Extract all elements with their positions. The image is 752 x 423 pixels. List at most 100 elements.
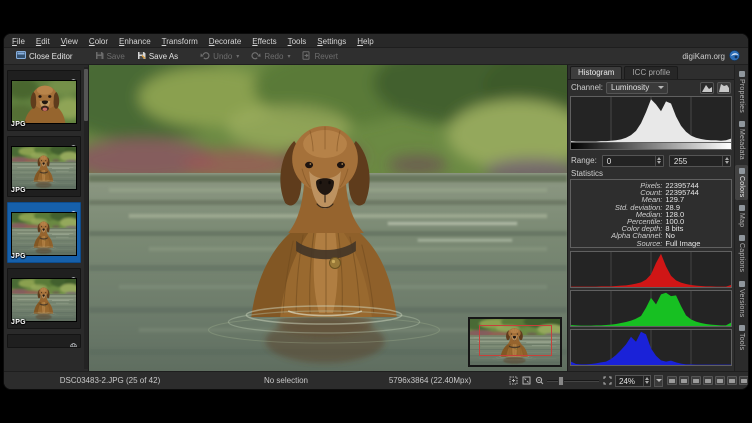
tab-properties[interactable]: Properties [735, 68, 748, 116]
range-row: Range: 0 255 [571, 154, 731, 167]
thumbbar-toggle-button-6[interactable] [727, 376, 737, 385]
geolocation-icon [70, 73, 77, 80]
filmstrip-scrollbar[interactable] [84, 67, 88, 369]
fit-window-button[interactable] [521, 376, 531, 386]
tab-tools[interactable]: Tools [735, 322, 748, 353]
statusbar-dimensions: 5796x3864 (22.40Mpx) [356, 376, 504, 385]
zoom-controls: 24% [504, 375, 667, 387]
thumbnail-photo [11, 212, 77, 256]
tab-icc-profile[interactable]: ICC profile [624, 66, 678, 79]
tab-histogram[interactable]: Histogram [570, 66, 622, 79]
geolocation-icon [70, 139, 77, 146]
luminosity-histogram[interactable] [570, 96, 732, 150]
thumbbar-toggle-button-7[interactable] [739, 376, 749, 385]
redo-icon [251, 51, 261, 62]
filmstrip-thumbnail-4[interactable]: JPG [7, 268, 81, 329]
statistics-title: Statistics [571, 169, 603, 178]
range-min-spinbox[interactable]: 0 [602, 155, 664, 167]
menu-help[interactable]: Help [357, 37, 373, 46]
thumbbar-toggle-button-5[interactable] [715, 376, 725, 385]
digikam-logo-icon [729, 50, 740, 63]
pan-overview-visible-rect[interactable] [479, 325, 552, 356]
zoom-percent-spinbox[interactable]: 24% [615, 375, 651, 387]
undo-icon [200, 51, 210, 62]
menu-color[interactable]: Color [89, 37, 108, 46]
menu-transform[interactable]: Transform [162, 37, 198, 46]
undo-button[interactable]: Undo ▾ [196, 50, 243, 63]
save-button[interactable]: Save [91, 50, 129, 63]
zoom-presets-dropdown[interactable] [654, 375, 663, 387]
format-badge: JPG [11, 319, 26, 326]
menu-decorate[interactable]: Decorate [209, 37, 241, 46]
format-badge: JPG [11, 253, 26, 260]
tab-versions[interactable]: Versions [735, 278, 748, 320]
filmstrip-thumbnail-3-selected[interactable]: JPG [7, 202, 81, 263]
filmstrip-thumbnail-2[interactable]: JPG [7, 136, 81, 197]
green-channel-histogram [570, 290, 732, 327]
redo-button[interactable]: Redo ▾ [247, 50, 294, 63]
range-label: Range: [571, 156, 597, 165]
filmstrip-thumbnail-5-partial[interactable] [7, 334, 81, 348]
tab-map[interactable]: Map [735, 202, 748, 230]
digikam-window: File Edit View Color Enhance Transform D… [3, 33, 749, 390]
menu-enhance[interactable]: Enhance [119, 37, 151, 46]
thumbnail-photo [11, 278, 77, 322]
menu-edit[interactable]: Edit [36, 37, 50, 46]
close-editor-icon [16, 50, 26, 62]
chevron-down-icon [658, 86, 664, 89]
revert-button[interactable]: Revert [298, 50, 342, 63]
menubar: File Edit View Color Enhance Transform D… [4, 34, 748, 48]
stat-row: Source:Full Image [571, 240, 731, 247]
range-max-spinbox[interactable]: 255 [669, 155, 731, 167]
digikam-brand[interactable]: digiKam.org [682, 50, 740, 63]
channel-row: Channel: Luminosity [571, 81, 731, 94]
toolbar: Close Editor Save Save As Undo [4, 48, 748, 65]
tab-colors[interactable]: Colors [735, 165, 748, 200]
pan-overview[interactable] [468, 317, 562, 367]
thumbbar-toggle-button-1[interactable] [667, 376, 677, 385]
geolocation-icon [70, 271, 77, 278]
zoom-slider-track [547, 380, 599, 382]
captions-icon [739, 235, 745, 241]
metadata-icon [739, 121, 745, 127]
thumbbar-toggle-button-2[interactable] [679, 376, 689, 385]
tools-icon [739, 325, 745, 331]
close-editor-button[interactable]: Close Editor [12, 49, 77, 63]
thumbbar-toggle-button-3[interactable] [691, 376, 701, 385]
tab-divider [568, 79, 734, 80]
logarithmic-scale-button[interactable] [717, 82, 731, 94]
editor-canvas[interactable] [89, 65, 567, 371]
menu-file[interactable]: File [12, 37, 25, 46]
menu-view[interactable]: View [61, 37, 78, 46]
red-channel-histogram [570, 251, 732, 288]
channel-label: Channel: [571, 83, 603, 92]
zoom-100-button[interactable] [602, 376, 612, 386]
undo-dropdown-icon[interactable]: ▾ [236, 53, 239, 60]
menu-settings[interactable]: Settings [317, 37, 346, 46]
zoom-slider-knob[interactable] [558, 376, 564, 386]
right-panel-tabs: Histogram ICC profile [570, 66, 734, 79]
redo-dropdown-icon[interactable]: ▾ [287, 53, 290, 60]
zoom-out-icon[interactable] [534, 376, 544, 386]
zoom-slider[interactable] [547, 376, 599, 386]
tab-metadata[interactable]: Metadata [735, 118, 748, 163]
geolocation-icon [70, 337, 77, 344]
format-badge: JPG [11, 121, 26, 128]
fit-selection-button[interactable] [508, 376, 518, 386]
menu-effects[interactable]: Effects [252, 37, 276, 46]
statusbar-filename: DSC03483-2.JPG (25 of 42) [4, 376, 216, 385]
spin-arrows[interactable] [722, 156, 730, 166]
menu-tools[interactable]: Tools [288, 37, 307, 46]
save-as-button[interactable]: Save As [133, 50, 182, 63]
histogram-panel: Histogram ICC profile Channel: Luminosit… [567, 65, 734, 371]
filmstrip-thumbnail-1[interactable]: JPG [7, 70, 81, 131]
filmstrip-scrollbar-thumb[interactable] [84, 69, 88, 121]
colors-icon [739, 168, 745, 174]
tab-captions[interactable]: Captions [735, 232, 748, 275]
thumbbar-toggle-button-4[interactable] [703, 376, 713, 385]
thumbnail-photo [11, 146, 77, 190]
linear-scale-button[interactable] [700, 82, 714, 94]
spin-arrows[interactable] [655, 156, 663, 166]
spin-arrows[interactable] [643, 376, 650, 386]
channel-select[interactable]: Luminosity [606, 82, 668, 94]
